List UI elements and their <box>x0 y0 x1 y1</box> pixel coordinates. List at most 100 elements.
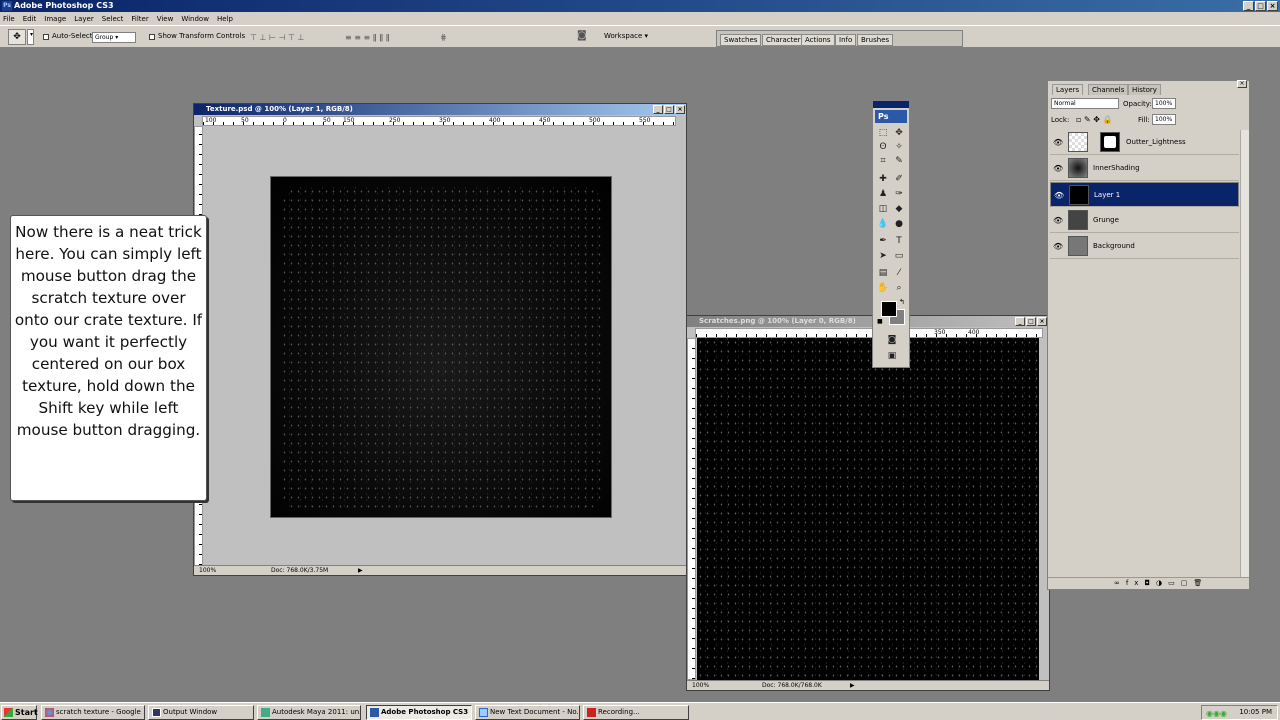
lasso-tool-icon[interactable]: ʘ <box>876 141 890 153</box>
shape-tool-icon[interactable]: ▭ <box>892 250 906 262</box>
layer-name[interactable]: Outter_Lightness <box>1126 138 1186 146</box>
canvas-area[interactable] <box>203 126 677 566</box>
layer-row-innershading[interactable]: 👁 InnerShading <box>1050 156 1239 181</box>
doc-close-icon[interactable]: × <box>1037 317 1047 326</box>
eye-icon[interactable]: 👁 <box>1053 138 1063 147</box>
trash-icon[interactable]: 🗑 <box>1193 579 1208 587</box>
layer-row-grunge[interactable]: 👁 Grunge <box>1050 208 1239 233</box>
horizontal-ruler[interactable]: 350 400 <box>695 328 1043 338</box>
auto-align-icon[interactable]: ⋕ <box>440 33 447 42</box>
notes-tool-icon[interactable]: ▤ <box>876 267 890 279</box>
layers-scrollbar[interactable] <box>1240 130 1249 578</box>
type-tool-icon[interactable]: T <box>892 235 906 247</box>
menu-window[interactable]: Window <box>181 15 209 23</box>
doc-maximize-icon[interactable]: □ <box>1026 317 1036 326</box>
menu-view[interactable]: View <box>157 15 174 23</box>
layer-name[interactable]: Grunge <box>1093 216 1119 224</box>
align-edges-icon[interactable]: ⊤ ⊥ ⊢ ⊣ ⊤ ⊥ <box>250 33 305 42</box>
healing-brush-icon[interactable]: ✚ <box>876 173 890 185</box>
blend-mode-dropdown[interactable]: Normal <box>1051 98 1119 109</box>
default-colors-icon[interactable]: ■ <box>877 318 883 325</box>
system-tray[interactable]: ◉◉◉ 10:05 PM <box>1201 705 1278 720</box>
auto-select-checkbox[interactable] <box>43 34 49 40</box>
zoom-level[interactable]: 100% <box>199 566 216 575</box>
menu-select[interactable]: Select <box>102 15 124 23</box>
layer-mask-thumbnail[interactable] <box>1100 132 1120 152</box>
scratches-doc-title-bar[interactable]: Scratches.png @ 100% (Layer 0, RGB/8) _ … <box>687 316 1049 327</box>
move-tool-icon[interactable]: ✥ <box>8 29 26 45</box>
tools-panel[interactable]: Ps ⬚ ✥ ʘ ✧ ⌗ ✎ ✚ ✐ ♟ ✑ ◫ ◆ 💧 ● ✒ T ➤ ▭ ▤… <box>872 100 910 368</box>
layer-name[interactable]: Background <box>1093 242 1135 250</box>
doc-minimize-icon[interactable]: _ <box>1015 317 1025 326</box>
doc-minimize-icon[interactable]: _ <box>653 105 663 114</box>
layer-row-background[interactable]: 👁 Background <box>1050 234 1239 259</box>
start-button[interactable]: Start <box>1 705 38 720</box>
pen-tool-icon[interactable]: ✒ <box>876 235 890 247</box>
blur-tool-icon[interactable]: 💧 <box>876 218 890 230</box>
doc-maximize-icon[interactable]: □ <box>664 105 674 114</box>
add-mask-icon[interactable]: ◘ <box>1144 579 1156 587</box>
tray-icons[interactable]: ◉◉◉ <box>1206 707 1227 720</box>
menu-file[interactable]: File <box>3 15 15 23</box>
paint-bucket-icon[interactable]: ◆ <box>892 203 906 215</box>
new-layer-icon[interactable]: ▢ <box>1181 579 1194 587</box>
task-chrome[interactable]: scratch texture - Google ... <box>41 705 145 720</box>
vertical-ruler[interactable] <box>687 338 696 680</box>
zoom-level[interactable]: 100% <box>692 681 709 690</box>
texture-canvas-image[interactable] <box>270 176 612 518</box>
layer-name[interactable]: Layer 1 <box>1094 191 1120 200</box>
task-maya[interactable]: Autodesk Maya 2011: un... <box>257 705 361 720</box>
clock[interactable]: 10:05 PM <box>1239 708 1272 716</box>
lock-options-icon[interactable]: ▫ ✎ ✥ 🔒 <box>1076 115 1112 124</box>
close-icon[interactable]: × <box>1267 1 1278 11</box>
new-group-icon[interactable]: ▭ <box>1168 579 1181 587</box>
show-transform-checkbox[interactable] <box>149 34 155 40</box>
camera-icon[interactable]: ◙ <box>577 30 587 41</box>
link-layers-icon[interactable]: ∞ <box>1114 579 1126 587</box>
dodge-tool-icon[interactable]: ● <box>892 218 906 230</box>
distribute-icon[interactable]: ≡ ≡ ≡ ǁ ǁ ǁ <box>345 33 390 42</box>
tab-brushes[interactable]: Brushes <box>857 34 894 46</box>
layer-row-outter-lightness[interactable]: 👁 Outter_Lightness <box>1050 130 1239 155</box>
task-recording[interactable]: Recording... <box>583 705 689 720</box>
eyedropper-icon[interactable]: ⁄ <box>892 267 906 279</box>
minimize-icon[interactable]: _ <box>1243 1 1254 11</box>
layer-style-icon[interactable]: fx <box>1126 579 1145 587</box>
foreground-color-swatch[interactable] <box>881 301 897 317</box>
tab-history[interactable]: History <box>1128 84 1161 95</box>
eye-icon[interactable]: 👁 <box>1053 164 1063 173</box>
tab-character[interactable]: Character <box>762 34 805 46</box>
magic-wand-icon[interactable]: ✧ <box>892 141 906 153</box>
scratches-document-window[interactable]: Scratches.png @ 100% (Layer 0, RGB/8) _ … <box>686 315 1050 691</box>
layers-panel[interactable]: × Layers Channels History Normal Opacity… <box>1047 80 1250 590</box>
eye-icon[interactable]: 👁 <box>1054 191 1064 200</box>
screen-mode-icon[interactable]: ▣ <box>885 350 899 362</box>
menu-filter[interactable]: Filter <box>131 15 148 23</box>
tab-layers[interactable]: Layers <box>1052 84 1084 95</box>
eye-icon[interactable]: 👁 <box>1053 216 1063 225</box>
eye-icon[interactable]: 👁 <box>1053 242 1063 251</box>
brush-tool-icon[interactable]: ✐ <box>892 173 906 185</box>
marquee-tool-icon[interactable]: ⬚ <box>876 127 890 139</box>
slice-tool-icon[interactable]: ✎ <box>892 155 906 167</box>
task-output-window[interactable]: Output Window <box>148 705 254 720</box>
swap-colors-icon[interactable]: ↰ <box>899 298 905 306</box>
tab-channels[interactable]: Channels <box>1088 84 1129 95</box>
status-arrow-icon[interactable]: ▶ <box>358 566 363 575</box>
doc-size-info[interactable]: Doc: 768.0K/768.0K <box>762 681 822 690</box>
app-title-bar[interactable]: Ps Adobe Photoshop CS3 _ □ × <box>0 0 1280 12</box>
menu-layer[interactable]: Layer <box>74 15 94 23</box>
panel-close-icon[interactable]: × <box>1237 80 1247 88</box>
hand-tool-icon[interactable]: ✋ <box>876 282 890 294</box>
horizontal-ruler[interactable]: 100 50 0 50 150 250 350 400 450 500 550 <box>202 116 676 126</box>
path-select-icon[interactable]: ➤ <box>876 250 890 262</box>
fill-input[interactable]: 100% <box>1152 114 1176 125</box>
eraser-icon[interactable]: ◫ <box>876 203 890 215</box>
texture-doc-title-bar[interactable]: Texture.psd @ 100% (Layer 1, RGB/8) _ □ … <box>194 104 686 115</box>
status-arrow-icon[interactable]: ▶ <box>850 681 855 690</box>
layer-row-layer-1[interactable]: 👁 Layer 1 <box>1050 182 1239 207</box>
tab-actions[interactable]: Actions <box>801 34 835 46</box>
toolbox-grip[interactable] <box>873 101 909 108</box>
zoom-tool-icon[interactable]: ⌕ <box>892 282 906 294</box>
tab-info[interactable]: Info <box>835 34 857 46</box>
